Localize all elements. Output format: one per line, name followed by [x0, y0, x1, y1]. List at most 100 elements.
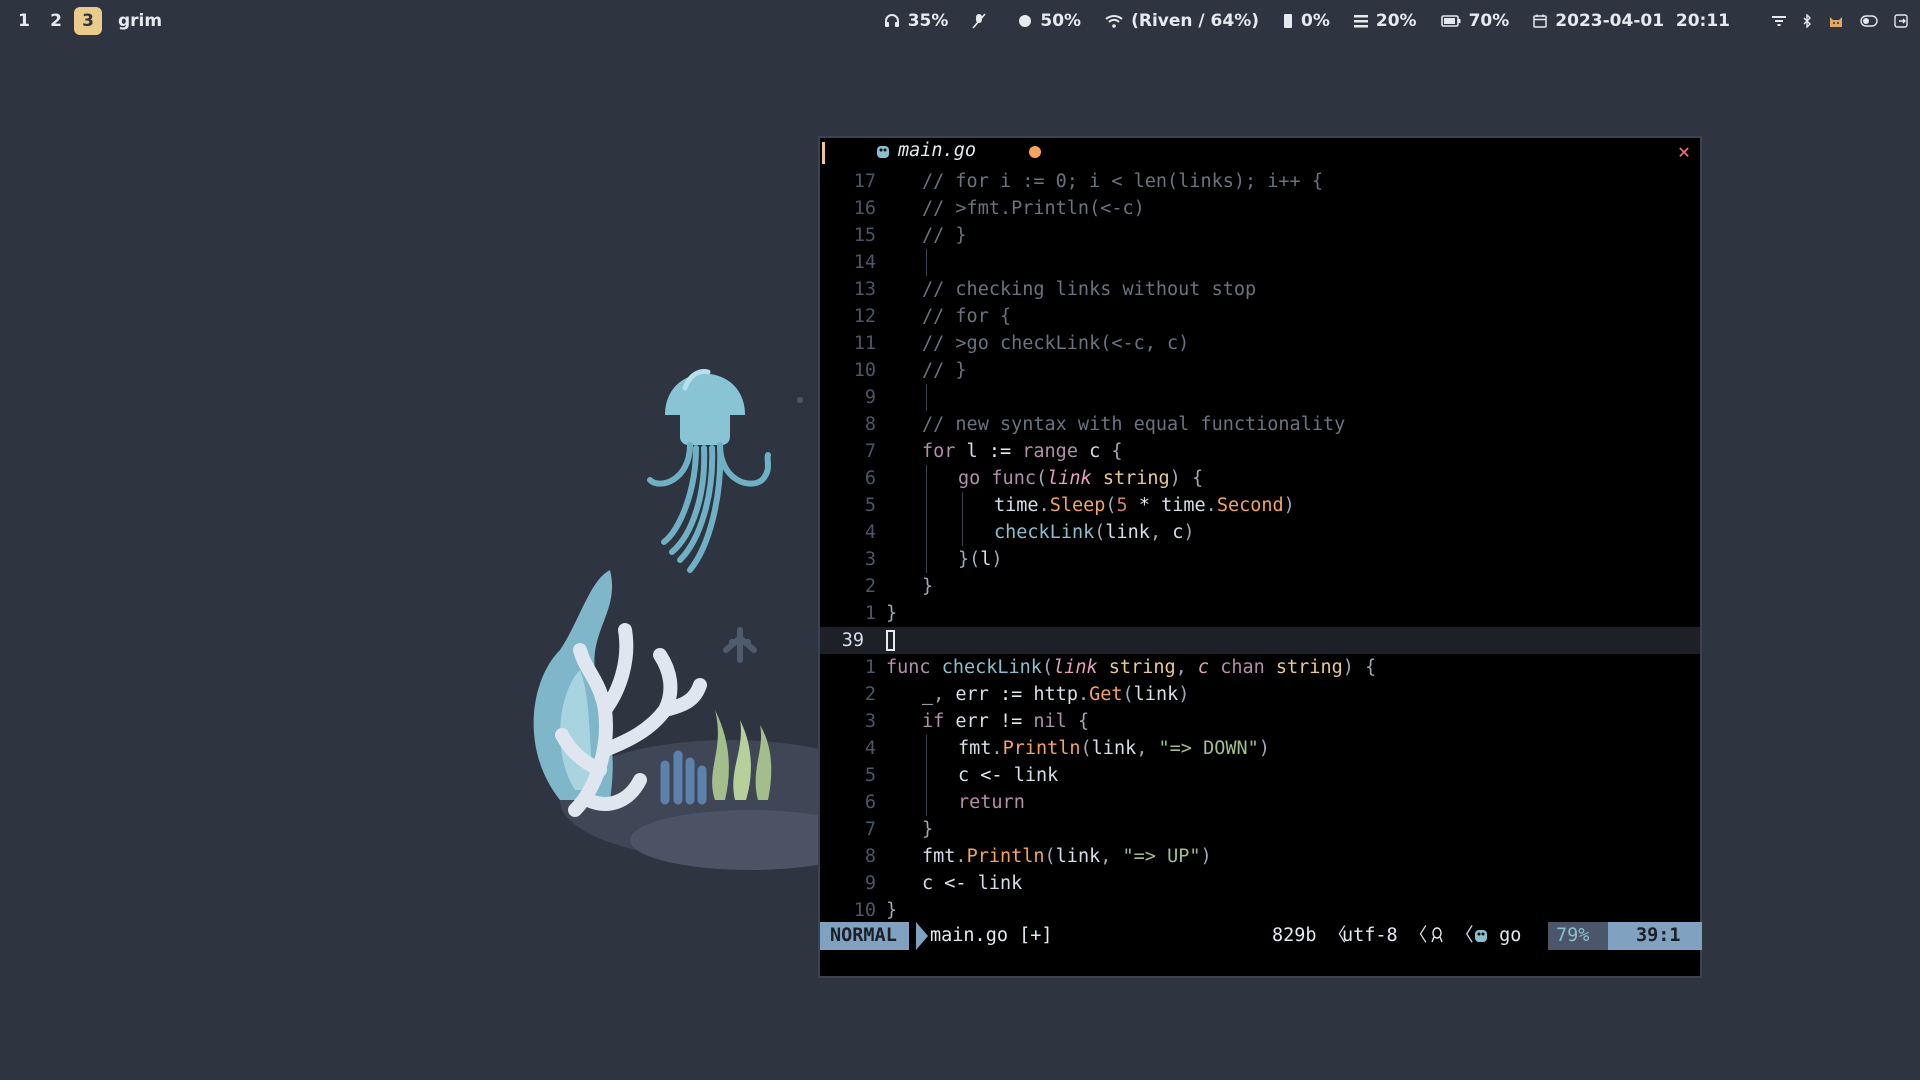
linux-icon: 〈 — [1430, 922, 1474, 950]
status-filesize: 829b 〈 — [1272, 925, 1347, 946]
code-line[interactable]: 2} — [820, 573, 1700, 600]
toggle-icon[interactable] — [1860, 15, 1878, 27]
workspace-1[interactable]: 1 — [10, 7, 38, 35]
current-line[interactable]: 39 — [820, 627, 1700, 654]
indent-guide — [926, 735, 927, 762]
go-file-icon — [876, 143, 890, 163]
line-text: } — [886, 603, 898, 624]
indent-guide — [926, 762, 927, 789]
indent-guide — [962, 519, 963, 546]
line-text: for l := range c { — [922, 441, 1123, 462]
line-number: 11 — [853, 333, 876, 354]
tabline: main.go ✕ — [820, 138, 1700, 166]
bluetooth-icon[interactable] — [1802, 14, 1812, 28]
close-tab-icon[interactable]: ✕ — [1678, 139, 1690, 163]
indent-guide — [926, 492, 927, 519]
line-number: 10 — [853, 360, 876, 381]
line-number: 6 — [864, 468, 876, 489]
code-line[interactable]: 1 func checkLink(link string, c chan stri… — [820, 654, 1700, 681]
disk-icon — [1283, 13, 1293, 29]
line-number: 12 — [853, 306, 876, 327]
wifi-module[interactable]: (Riven / 64%) — [1105, 11, 1259, 31]
code-line[interactable]: 3 if err != nil { — [820, 708, 1700, 735]
disk-value: 0% — [1301, 11, 1330, 31]
line-number: 7 — [864, 441, 876, 462]
workspace-3[interactable]: 3 — [74, 7, 102, 35]
line-number: 5 — [864, 495, 876, 516]
code-line[interactable]: 9 c <- link — [820, 870, 1700, 897]
line-text: fmt.Println(link, "=> UP") — [922, 846, 1212, 867]
indent-guide — [926, 465, 927, 492]
code-line[interactable]: 12 // for { — [820, 303, 1700, 330]
code-line[interactable]: 13 // checking links without stop — [820, 276, 1700, 303]
code-line[interactable]: 1} — [820, 600, 1700, 627]
exit-icon[interactable] — [1894, 14, 1908, 28]
workspace-switcher: 1 2 3 — [10, 7, 106, 35]
tab-main-go[interactable]: main.go — [898, 140, 976, 161]
line-number: 9 — [864, 387, 876, 408]
code-line[interactable]: 8 fmt.Println(link, "=> UP") — [820, 843, 1700, 870]
code-line[interactable]: 16 // >fmt.Println(<-c) — [820, 195, 1700, 222]
code-line[interactable]: 11 // >go checkLink(<-c, c) — [820, 330, 1700, 357]
clock-value: 2023-04-01 20:11 — [1555, 11, 1730, 31]
line-number: 15 — [853, 225, 876, 246]
code-line[interactable]: 4 fmt.Println(link, "=> DOWN") — [820, 735, 1700, 762]
line-text: // new syntax with equal functionality — [922, 414, 1346, 435]
indent-guide — [926, 384, 927, 411]
battery-module[interactable]: 70% — [1440, 11, 1509, 31]
clock-module[interactable]: 2023-04-01 20:11 — [1533, 11, 1730, 31]
code-line[interactable]: 6 return — [820, 789, 1700, 816]
line-text: func checkLink(link string, c chan strin… — [886, 657, 1377, 678]
line-text: // >fmt.Println(<-c) — [922, 198, 1145, 219]
code-line[interactable]: 9 — [820, 384, 1700, 411]
line-number: 2 — [864, 576, 876, 597]
memory-module[interactable]: 20% — [1353, 11, 1417, 31]
volume-module[interactable]: 35% — [884, 11, 949, 31]
line-number: 7 — [864, 819, 876, 840]
network-icon[interactable] — [1772, 15, 1786, 27]
line-text: // } — [922, 360, 967, 381]
code-line[interactable]: 10} — [820, 897, 1700, 924]
wifi-icon — [1105, 14, 1123, 28]
line-text: return — [958, 792, 1025, 813]
indent-guide — [926, 519, 927, 546]
code-line[interactable]: 8 // new syntax with equal functionality — [820, 411, 1700, 438]
mode-separator — [916, 922, 928, 950]
workspace-2[interactable]: 2 — [42, 7, 70, 35]
cat-icon[interactable] — [1828, 14, 1844, 28]
status-modules: 35% 50% (Riven / 64%) 0% 20% 70% 2023-04… — [860, 0, 1908, 42]
line-text: // } — [922, 225, 967, 246]
line-number: 3 — [864, 549, 876, 570]
volume-value: 35% — [907, 11, 949, 31]
code-line[interactable]: 5 c <- link — [820, 762, 1700, 789]
modified-dot-icon — [1029, 146, 1041, 158]
code-line[interactable]: 15 // } — [820, 222, 1700, 249]
wifi-value: (Riven / 64%) — [1131, 11, 1260, 31]
status-encoding: utf-8 〈 — [1342, 925, 1428, 946]
line-number: 16 — [853, 198, 876, 219]
line-number: 8 — [864, 414, 876, 435]
line-number: 4 — [864, 522, 876, 543]
code-line[interactable]: 14 — [820, 249, 1700, 276]
code-line[interactable]: 3}(l) — [820, 546, 1700, 573]
line-text: // for i := 0; i < len(links); i++ { — [922, 171, 1323, 192]
status-cursor-position: 39:1 — [1636, 925, 1681, 946]
code-line[interactable]: 5 time.Sleep(5 * time.Second) — [820, 492, 1700, 519]
code-line[interactable]: 6 go func(link string) { — [820, 465, 1700, 492]
disk-module[interactable]: 0% — [1283, 11, 1330, 31]
code-line[interactable]: 7 for l := range c { — [820, 438, 1700, 465]
code-line[interactable]: 7} — [820, 816, 1700, 843]
code-line[interactable]: 10 // } — [820, 357, 1700, 384]
code-line[interactable]: 2 _, err := http.Get(link) — [820, 681, 1700, 708]
mic-muted-icon — [972, 13, 986, 29]
wallpaper-underwater-illustration — [533, 369, 840, 870]
brightness-module[interactable]: 50% — [1018, 11, 1081, 31]
mic-module[interactable] — [972, 13, 994, 29]
code-area[interactable]: 17// for i := 0; i < len(links); i++ {16… — [820, 168, 1700, 924]
tab-active-indicator — [822, 142, 825, 164]
line-number: 8 — [864, 846, 876, 867]
code-line[interactable]: 4 checkLink(link, c) — [820, 519, 1700, 546]
code-line[interactable]: 17 // for i := 0; i < len(links); i++ { — [820, 168, 1700, 195]
line-number: 14 — [853, 252, 876, 273]
neovim-window[interactable]: main.go ✕ 17// for i := 0; i < len(links… — [818, 136, 1702, 978]
